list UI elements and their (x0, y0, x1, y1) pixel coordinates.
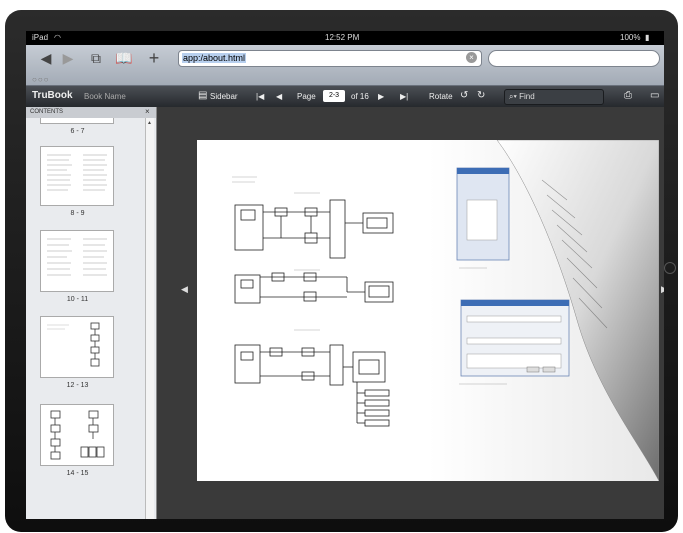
document-viewer: ◀ ▶ (157, 107, 664, 519)
forward-icon[interactable]: ▶ (58, 49, 78, 67)
rotate-left-icon[interactable]: ↺ (460, 90, 468, 101)
next-spread-icon[interactable]: ▶ (661, 284, 664, 295)
browser-toolbar: ◀ ▶ ⧉ 📖 + app:/about.html × ○○○ (26, 45, 664, 86)
clock: 12:52 PM (325, 33, 360, 42)
last-page-icon[interactable]: ▶| (400, 92, 408, 101)
first-page-icon[interactable]: |◀ (256, 92, 264, 101)
print-icon[interactable]: ⎙ (624, 90, 632, 101)
thumbnail-label: 8 - 9 (70, 210, 85, 217)
url-text: app:/about.html (182, 53, 247, 63)
thumbnail-12-13[interactable] (40, 316, 114, 378)
thumbnail-label: 14 - 15 (66, 470, 89, 477)
rotate-right-icon[interactable]: ↻ (477, 90, 485, 101)
share-icon[interactable]: ▭ (650, 90, 659, 101)
window-dots: ○○○ (32, 75, 50, 84)
spread-drawing (232, 139, 660, 482)
thumbnail-14-15[interactable] (40, 404, 114, 466)
screen: iPad ◠ 12:52 PM 100% ▮ ◀ ▶ ⧉ 📖 + app:/ab… (26, 31, 664, 519)
sidebar-button[interactable]: Sidebar (210, 92, 238, 101)
page-label: Page (297, 92, 316, 101)
clear-url-icon[interactable]: × (466, 52, 477, 63)
bookmarks-icon[interactable]: 📖 (114, 49, 134, 67)
next-page-icon[interactable]: ▶ (378, 92, 384, 101)
contents-sidebar: CONTENTS × 6 - 7 8 - 9 10 - 11 12 - 13 1… (26, 107, 157, 519)
thumbnail-label: 10 - 11 (66, 296, 89, 303)
search-icon: ⌕▾ (509, 92, 517, 101)
device-label: iPad (32, 33, 49, 42)
thumbnail-label: 6 - 7 (70, 128, 85, 135)
sidebar-scrollbar[interactable]: ▲ (145, 118, 154, 519)
home-button[interactable] (664, 262, 676, 274)
prev-page-icon[interactable]: ◀ (276, 92, 282, 101)
page-input[interactable]: 2-3 (323, 90, 345, 102)
status-bar: iPad ◠ 12:52 PM 100% ▮ (26, 31, 664, 45)
battery-icon: ▮ (645, 33, 650, 42)
sidebar-header: CONTENTS × (26, 107, 156, 118)
find-placeholder: Find (519, 92, 535, 101)
back-icon[interactable]: ◀ (36, 49, 56, 67)
add-icon[interactable]: + (144, 49, 164, 67)
find-field[interactable]: ⌕▾ Find (504, 89, 604, 105)
url-field[interactable]: app:/about.html (178, 50, 482, 67)
thumbnail-label: 12 - 13 (66, 382, 89, 389)
scroll-up-icon[interactable]: ▲ (147, 120, 152, 126)
page-total: of 16 (351, 92, 369, 101)
thumbnail-10-11[interactable] (40, 230, 114, 292)
search-field[interactable] (488, 50, 660, 67)
sidebar-title: CONTENTS (30, 109, 63, 115)
prev-spread-icon[interactable]: ◀ (181, 284, 188, 295)
book-name: Book Name (84, 92, 126, 101)
page-spread (197, 139, 660, 482)
thumbnail-6-7[interactable] (40, 118, 114, 124)
sidebar-icon[interactable]: ▤ (198, 90, 207, 101)
thumbnail-8-9[interactable] (40, 146, 114, 206)
brand-title: TruBook (32, 90, 73, 101)
battery-label: 100% (620, 33, 641, 42)
wifi-icon: ◠ (54, 33, 61, 42)
thumbnail-list: 6 - 7 8 - 9 10 - 11 12 - 13 14 - 15 (31, 118, 144, 519)
pages-icon[interactable]: ⧉ (86, 49, 106, 67)
close-icon[interactable]: × (145, 107, 150, 116)
rotate-label: Rotate (429, 92, 453, 101)
reader-toolbar: TruBook Book Name ▤ Sidebar |◀ ◀ Page 2-… (26, 86, 664, 107)
